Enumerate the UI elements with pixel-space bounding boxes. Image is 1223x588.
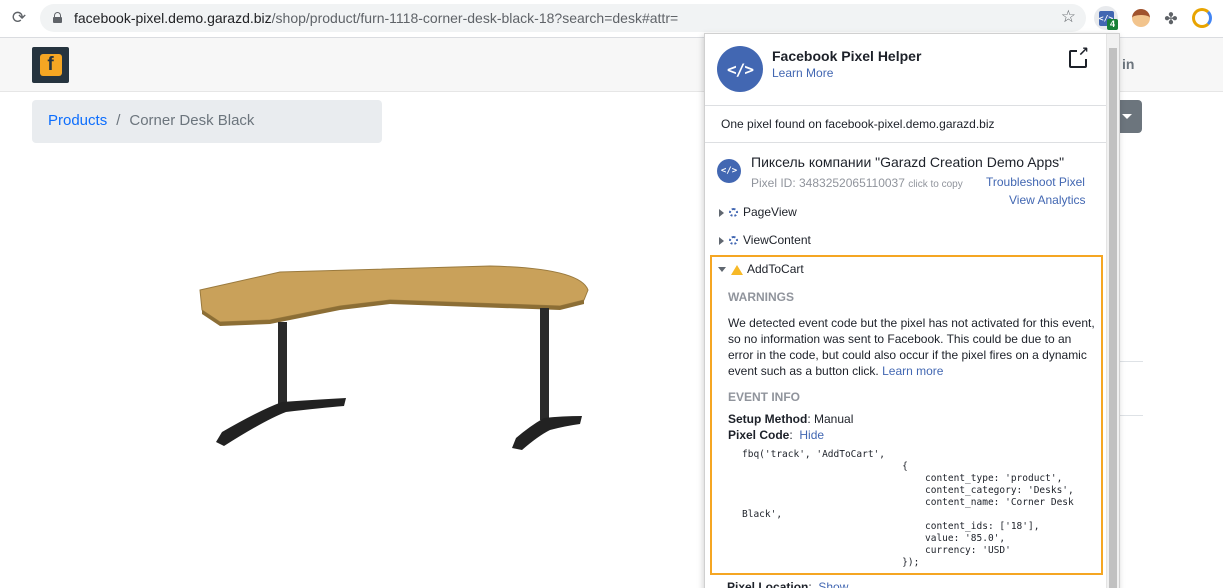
popup-header: </> Facebook Pixel Helper Learn More ↗ <box>705 34 1107 106</box>
lock-icon[interactable] <box>53 12 62 23</box>
product-image-corner-desk <box>199 265 589 450</box>
pixel-id[interactable]: Pixel ID: 3483252065110037 click to copy <box>751 176 963 190</box>
event-pageview[interactable]: PageView <box>719 205 797 219</box>
show-location-link[interactable]: Show <box>818 580 848 588</box>
chevron-right-icon <box>719 208 724 217</box>
troubleshoot-pixel-link[interactable]: Troubleshoot Pixel <box>986 175 1085 189</box>
extension-badge: 4 <box>1107 19 1118 30</box>
loading-icon <box>729 236 738 246</box>
setup-method: Setup Method: Manual <box>728 412 854 426</box>
scrollbar-thumb[interactable] <box>1109 48 1117 588</box>
hide-code-link[interactable]: Hide <box>799 428 824 442</box>
warning-text: We detected event code but the pixel has… <box>728 316 1095 378</box>
site-logo[interactable]: f <box>32 47 69 83</box>
event-addtocart-panel: AddToCart WARNINGS We detected event cod… <box>710 255 1103 575</box>
url-host: facebook-pixel.demo.garazd.biz <box>74 10 272 26</box>
url-path: /shop/product/furn-1118-corner-desk-blac… <box>271 10 679 26</box>
event-info-title: EVENT INFO <box>728 390 801 404</box>
chevron-right-icon <box>719 236 724 245</box>
caret-down-icon <box>1122 114 1132 119</box>
warning-icon <box>731 264 743 275</box>
breadcrumb-separator: / <box>116 112 121 129</box>
warning-learn-more-link[interactable]: Learn more <box>882 364 943 378</box>
avatar-extension-icon[interactable] <box>1129 6 1153 30</box>
event-addtocart[interactable]: AddToCart <box>718 262 804 276</box>
loading-icon <box>729 208 738 218</box>
puzzle-icon[interactable]: ✤ <box>1159 6 1183 30</box>
breadcrumb-current: Corner Desk Black <box>129 112 255 129</box>
learn-more-link[interactable]: Learn More <box>772 66 833 80</box>
pixel-icon: </> <box>717 159 741 183</box>
pixel-name: Пиксель компании "Garazd Creation Demo A… <box>751 154 1065 170</box>
profile-icon[interactable] <box>1190 6 1214 30</box>
url-text[interactable]: facebook-pixel.demo.garazd.biz/shop/prod… <box>74 10 678 26</box>
breadcrumb: Products / Corner Desk Black <box>32 100 382 143</box>
pixel-helper-logo-icon: </> <box>717 46 763 92</box>
popup-scrollbar[interactable] <box>1106 34 1119 588</box>
bookmark-star-icon[interactable]: ☆ <box>1061 7 1076 27</box>
popup-title: Facebook Pixel Helper <box>772 48 922 64</box>
chevron-down-icon <box>718 267 726 273</box>
view-analytics-link[interactable]: View Analytics <box>1009 193 1085 207</box>
pixel-helper-popup: </> Facebook Pixel Helper Learn More ↗ O… <box>704 33 1120 588</box>
pixel-code-row: Pixel Code: Hide <box>728 428 825 442</box>
address-bar[interactable]: facebook-pixel.demo.garazd.biz/shop/prod… <box>40 4 1086 32</box>
reload-icon[interactable]: ⟳ <box>8 7 30 29</box>
pixel-code-block: fbq('track', 'AddToCart', { content_type… <box>742 449 1074 568</box>
pixel-location-row: Pixel Location: Show <box>727 580 848 588</box>
event-viewcontent[interactable]: ViewContent <box>719 233 811 247</box>
sign-in-link[interactable]: in <box>1122 56 1134 72</box>
pixel-helper-extension-icon[interactable]: </> 4 <box>1094 6 1118 30</box>
warnings-title: WARNINGS <box>728 290 794 304</box>
click-to-copy[interactable]: click to copy <box>908 179 962 190</box>
pixels-found-text: One pixel found on facebook-pixel.demo.g… <box>705 106 1107 143</box>
open-external-icon[interactable]: ↗ <box>1069 46 1090 68</box>
breadcrumb-products-link[interactable]: Products <box>48 112 107 129</box>
